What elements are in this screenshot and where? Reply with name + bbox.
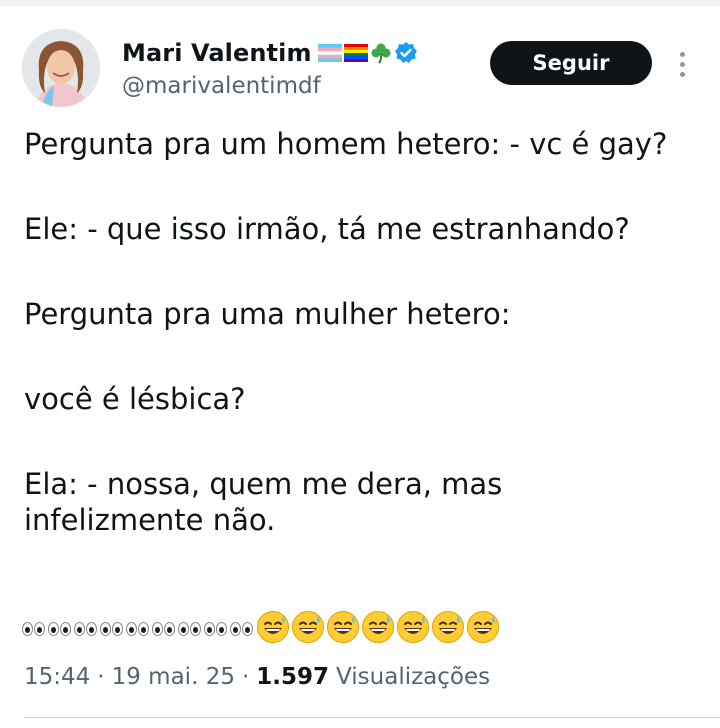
eyes-emoji bbox=[48, 622, 72, 636]
sweat-smile-emoji bbox=[326, 610, 360, 648]
eyes-emoji bbox=[126, 622, 150, 636]
eyes-emoji bbox=[152, 622, 176, 636]
sweat-smile-emoji bbox=[466, 610, 500, 648]
transgender-flag-icon bbox=[317, 44, 342, 62]
sweat-smile-emoji bbox=[361, 610, 395, 648]
tweet-meta: 15:44 · 19 mai. 25 · 1.597 Visualizações bbox=[24, 664, 490, 690]
sweat-smile-emoji bbox=[431, 610, 465, 648]
eyes-emojis bbox=[22, 622, 256, 636]
tweet-date[interactable]: 19 mai. 25 bbox=[112, 664, 235, 690]
badges bbox=[317, 41, 418, 65]
sweat-smile-emoji bbox=[396, 610, 430, 648]
tweet-text: Pergunta pra um homem hetero: - vc é gay… bbox=[24, 126, 704, 538]
bottom-divider bbox=[24, 717, 720, 718]
avatar[interactable] bbox=[22, 29, 100, 107]
rainbow-flag-icon bbox=[343, 44, 368, 62]
views-label: Visualizações bbox=[336, 664, 491, 690]
follow-button[interactable]: Seguir bbox=[490, 41, 652, 85]
author-name[interactable]: Mari Valentim bbox=[122, 39, 312, 67]
shamrock-icon bbox=[371, 43, 391, 64]
meta-separator: · bbox=[241, 664, 250, 690]
views-count: 1.597 bbox=[256, 664, 330, 690]
sweat-smile-emoji bbox=[256, 610, 290, 648]
meta-separator: · bbox=[97, 664, 105, 690]
tweet-line: você é lésbica? bbox=[24, 382, 246, 416]
tweet-line: Pergunta pra uma mulher hetero: bbox=[24, 297, 511, 331]
more-options-icon[interactable] bbox=[670, 47, 694, 81]
sweat-smile-emojis bbox=[256, 610, 501, 648]
eyes-emoji bbox=[204, 622, 228, 636]
author-handle[interactable]: @marivalentimdf bbox=[122, 73, 321, 99]
verified-badge-icon bbox=[394, 42, 417, 63]
eyes-emoji bbox=[74, 622, 98, 636]
eyes-emoji bbox=[178, 622, 202, 636]
tweet-header: Mari Valentim @marivalentimdf Seguir bbox=[22, 29, 702, 109]
top-divider bbox=[0, 0, 720, 6]
eyes-emoji bbox=[230, 622, 254, 636]
tweet-line: Pergunta pra um homem hetero: - vc é gay… bbox=[24, 127, 668, 161]
eyes-emoji bbox=[22, 622, 46, 636]
tweet-line: Ele: - que isso irmão, tá me estranhando… bbox=[24, 212, 630, 246]
tweet-line: Ela: - nossa, quem me dera, mas infelizm… bbox=[24, 467, 503, 537]
sweat-smile-emoji bbox=[291, 610, 325, 648]
name-row: Mari Valentim bbox=[122, 39, 418, 67]
tweet-time[interactable]: 15:44 bbox=[24, 664, 90, 690]
emoji-row bbox=[22, 610, 501, 648]
eyes-emoji bbox=[100, 622, 124, 636]
